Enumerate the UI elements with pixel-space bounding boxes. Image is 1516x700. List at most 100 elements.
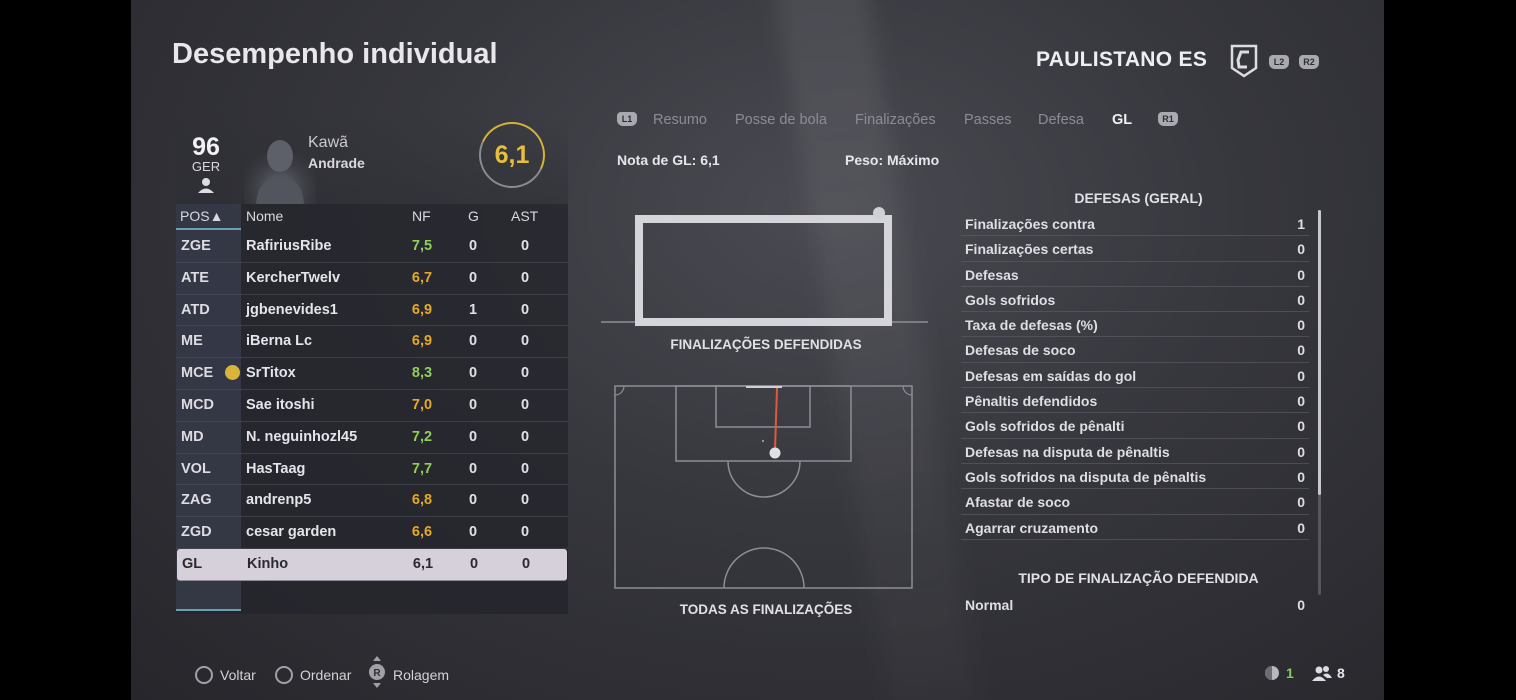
stat-row: Afastar de soco 0 — [961, 489, 1309, 515]
tab-gl[interactable]: GL — [1112, 112, 1132, 128]
stat-label: Finalizações certas — [965, 241, 1094, 258]
row-name: cesar garden — [246, 524, 337, 541]
stat-row: Defesas 0 — [961, 262, 1309, 287]
header-pos[interactable]: POS▲ — [180, 208, 223, 224]
table-row[interactable]: ZGD cesar garden 6,6 0 0 — [176, 517, 568, 549]
stat-value: 0 — [1297, 342, 1305, 359]
stat-row: Gols sofridos na disputa de pênaltis 0 — [961, 464, 1309, 490]
table-row[interactable]: VOL HasTaag 7,7 0 0 — [176, 454, 568, 486]
header-nf[interactable]: NF — [412, 208, 431, 224]
r1-button-hint[interactable]: R1 — [1158, 112, 1178, 126]
table-header: POS▲ Nome NF G AST — [176, 204, 568, 231]
game-screen: Desempenho individual PAULISTANO ES L2 R… — [131, 0, 1384, 700]
row-assists: 0 — [520, 238, 530, 254]
row-nf: 6,7 — [411, 269, 433, 286]
row-pos: MCE — [181, 365, 214, 382]
table-row[interactable]: MCD Sae itoshi 7,0 0 0 — [176, 390, 568, 422]
players-icon — [1312, 666, 1332, 681]
row-nf: 8,3 — [411, 365, 433, 382]
tab-finalizacoes[interactable]: Finalizações — [855, 112, 936, 128]
table-row[interactable]: ATD jgbenevides1 6,9 1 0 — [176, 295, 568, 327]
stat-value: 0 — [1297, 317, 1305, 334]
row-assists: 0 — [520, 428, 530, 445]
row-pos: ZGE — [181, 238, 211, 254]
scroll-action[interactable]: Rolagem — [393, 667, 449, 683]
stat-label: Defesas — [965, 266, 1019, 283]
stat-label: Afastar de soco — [965, 494, 1071, 511]
weight: Peso: Máximo — [845, 152, 940, 168]
mvp-badge-icon — [225, 365, 240, 381]
row-name: Kinho — [247, 555, 289, 572]
row-name: SrTitox — [246, 365, 296, 382]
stat-value: 1 — [1297, 216, 1305, 232]
row-name: andrenp5 — [246, 492, 312, 509]
row-nf: 6,9 — [411, 333, 433, 350]
row-assists: 0 — [521, 555, 531, 572]
row-pos: ZGD — [181, 524, 212, 541]
stat-value: 0 — [1297, 468, 1305, 485]
circle-button-icon — [195, 666, 213, 684]
stat-label: Defesas de soco — [965, 342, 1076, 359]
row-pos: GL — [182, 555, 203, 572]
saves-stats-list: Finalizações contra 1 Finalizações certas 0… — [961, 211, 1309, 540]
header-ast[interactable]: AST — [511, 208, 538, 224]
table-row[interactable]: MCE SrTitox 8,3 0 0 — [176, 358, 568, 390]
r2-button-hint[interactable]: R2 — [1299, 55, 1319, 69]
stat-label: Defesas em saídas do gol — [965, 367, 1137, 384]
online-count-b: 8 — [1337, 665, 1345, 681]
stat-label: Pênaltis defendidos — [965, 393, 1098, 410]
stat-value: 0 — [1297, 241, 1305, 258]
player-rating: 6,1 — [494, 141, 530, 169]
row-nf: 6,9 — [411, 301, 433, 318]
row-goals: 0 — [468, 269, 478, 286]
table-row[interactable]: ATE KercherTwelv 6,7 0 0 — [176, 263, 568, 295]
row-pos: MCD — [181, 396, 215, 413]
stat-value: 0 — [1297, 597, 1305, 613]
sort-action[interactable]: Ordenar — [300, 667, 351, 683]
player-nation: GER — [191, 159, 221, 174]
row-goals: 0 — [468, 396, 478, 413]
online-count-a: 1 — [1286, 665, 1294, 681]
stats-scrollbar[interactable] — [1318, 210, 1321, 595]
row-nf: 7,5 — [411, 238, 433, 254]
stat-value: 0 — [1297, 443, 1305, 460]
header-name[interactable]: Nome — [246, 208, 283, 224]
team-crest-icon — [1230, 44, 1258, 78]
back-action[interactable]: Voltar — [220, 667, 256, 683]
row-assists: 0 — [520, 269, 530, 286]
stat-label: Taxa de defesas (%) — [965, 317, 1098, 334]
stat-value: 0 — [1297, 393, 1305, 410]
l1-button-hint[interactable]: L1 — [617, 112, 637, 126]
row-goals: 0 — [468, 428, 478, 445]
table-row[interactable]: GL Kinho 6,1 0 0 — [177, 548, 567, 581]
row-goals: 0 — [468, 492, 478, 509]
stats-scrollbar-thumb[interactable] — [1318, 210, 1321, 495]
tab-defesa[interactable]: Defesa — [1038, 112, 1084, 128]
square-button-icon — [275, 666, 293, 684]
player-first-name: Kawã — [308, 134, 349, 151]
row-assists: 0 — [520, 396, 530, 413]
l2-button-hint[interactable]: L2 — [1269, 55, 1289, 69]
tab-posse-de-bola[interactable]: Posse de bola — [735, 112, 827, 128]
tab-passes[interactable]: Passes — [964, 112, 1012, 128]
pitch-diagram — [614, 385, 913, 589]
table-row[interactable]: ME iBerna Lc 6,9 0 0 — [176, 326, 568, 359]
pitch-diagram-label: TODAS AS FINALIZAÇÕES — [679, 602, 853, 617]
table-row[interactable]: ZGE RafiriusRibe 7,5 0 0 — [176, 231, 568, 263]
row-pos: ZAG — [181, 492, 212, 509]
stat-row: Agarrar cruzamento 0 — [961, 515, 1309, 540]
table-row[interactable]: MD N. neguinhozl45 7,2 0 0 — [176, 422, 568, 454]
stat-value: 0 — [1297, 266, 1305, 283]
stat-value: 0 — [1297, 519, 1305, 536]
tab-resumo[interactable]: Resumo — [653, 112, 707, 128]
row-assists: 0 — [520, 301, 530, 318]
row-name: KercherTwelv — [246, 269, 341, 286]
shot-type-section-title: TIPO DE FINALIZAÇÃO DEFENDIDA — [1018, 570, 1259, 586]
row-pos: ME — [181, 333, 203, 350]
player-overall: 96 — [192, 133, 220, 161]
table-row[interactable]: ZAG andrenp5 6,8 0 0 — [176, 485, 568, 518]
stat-label: Finalizações contra — [965, 216, 1095, 232]
sort-indicator-line — [176, 228, 241, 230]
row-nf: 6,8 — [411, 492, 433, 509]
header-g[interactable]: G — [468, 208, 479, 224]
